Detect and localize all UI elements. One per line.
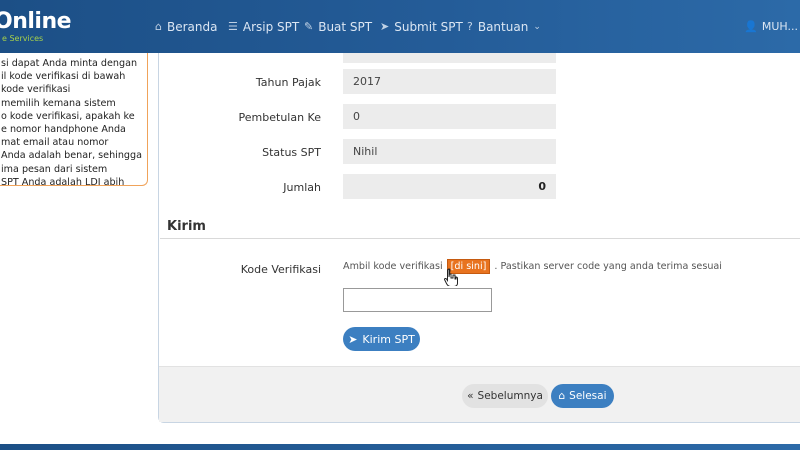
list-icon: ☰: [228, 20, 238, 33]
info-line: Anda adalah benar, sehingga: [1, 150, 142, 162]
nav-bantuan-label: Bantuan: [477, 19, 529, 34]
nav-beranda[interactable]: ⌂ Beranda: [155, 0, 217, 53]
brand-subtitle: e Services: [2, 34, 44, 43]
label-status-spt: Status SPT: [262, 146, 321, 159]
info-line: si dapat Anda minta dengan: [1, 58, 138, 69]
nav-submit-spt-label: Submit SPT: [394, 19, 463, 34]
info-line: e nomor handphone Anda: [1, 124, 126, 136]
send-spt-button[interactable]: ➤ Kirim SPT: [343, 327, 420, 351]
field-tahun-pajak: 2017: [343, 69, 556, 94]
field-partial: [343, 53, 556, 63]
field-pembetulan-ke: 0: [343, 104, 556, 129]
home-icon: ⌂: [155, 20, 162, 33]
info-line: ima pesan dari sistem: [1, 163, 108, 175]
nav-beranda-label: Beranda: [166, 19, 218, 34]
brand-logo[interactable]: Online: [0, 9, 72, 34]
hint-text-after: . Pastikan server code yang anda terima …: [494, 261, 722, 272]
nav-buat-spt-label: Buat SPT: [318, 19, 373, 34]
nav-arsip-spt[interactable]: ☰ Arsip SPT: [228, 0, 299, 53]
nav-submit-spt[interactable]: ➤ Submit SPT: [380, 0, 463, 53]
question-icon: ?: [467, 20, 473, 33]
hand-cursor-icon: [444, 268, 458, 286]
hint-text-before: Ambil kode verifikasi: [343, 261, 443, 272]
field-jumlah: 0: [343, 174, 556, 199]
finish-button[interactable]: ⌂ Selesai: [551, 384, 614, 408]
info-line: mat email atau nomor: [1, 137, 109, 149]
info-line: SPT Anda adalah LDI abih: [1, 176, 125, 186]
chevron-down-icon: ⌄: [533, 21, 541, 32]
nav-bantuan[interactable]: ? Bantuan ⌄: [467, 0, 541, 53]
previous-label: Sebelumnya: [477, 390, 543, 402]
info-line: kode verifikasi: [1, 84, 71, 96]
info-line: o kode verifikasi, apakah ke: [1, 110, 135, 122]
send-icon: ➤: [348, 332, 358, 346]
bottom-strip: [0, 444, 800, 450]
user-menu[interactable]: 👤 MUH...: [744, 0, 798, 53]
nav-arsip-spt-label: Arsip SPT: [242, 19, 300, 34]
finish-label: Selesai: [569, 390, 607, 402]
label-jumlah: Jumlah: [283, 181, 321, 194]
edit-icon: ✎: [304, 20, 314, 33]
info-line: il kode verifikasi di bawah: [1, 71, 126, 83]
previous-button[interactable]: « Sebelumnya: [462, 384, 548, 408]
field-status-spt: Nihil: [343, 139, 556, 164]
section-divider: [160, 238, 800, 239]
verification-hint: Ambil kode verifikasi [di sini] . Pastik…: [343, 259, 722, 274]
section-title-kirim: Kirim: [167, 219, 206, 234]
send-icon: ➤: [380, 20, 390, 33]
info-line: memilih kemana sistem: [1, 97, 116, 109]
nav-buat-spt[interactable]: ✎ Buat SPT: [304, 0, 372, 53]
home-icon: ⌂: [558, 390, 566, 402]
user-name: MUH...: [761, 20, 798, 33]
send-spt-label: Kirim SPT: [362, 332, 415, 346]
label-kode-verifikasi: Kode Verifikasi: [240, 263, 321, 276]
user-icon: 👤: [744, 20, 758, 33]
top-navbar: Online e Services ⌂ Beranda ☰ Arsip SPT …: [0, 0, 800, 53]
verification-code-input[interactable]: [343, 288, 492, 312]
label-pembetulan-ke: Pembetulan Ke: [238, 111, 321, 124]
verification-info-panel: si dapat Anda minta dengan il kode verif…: [0, 53, 148, 186]
double-chevron-left-icon: «: [467, 390, 474, 402]
label-tahun-pajak: Tahun Pajak: [255, 76, 321, 89]
